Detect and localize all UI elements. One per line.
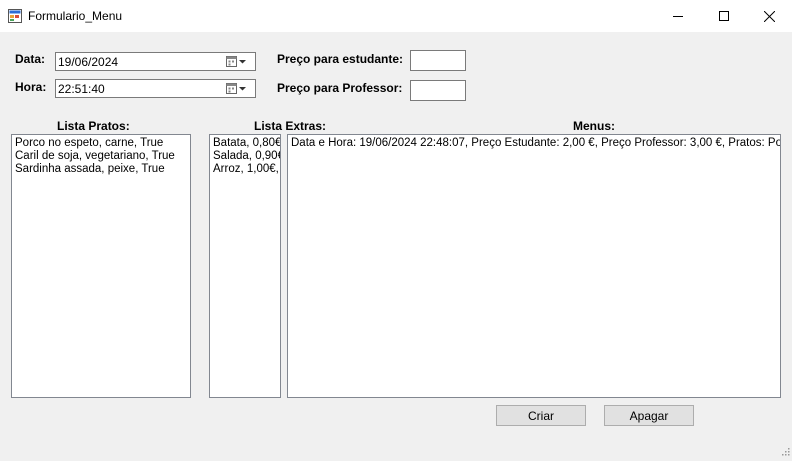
maximize-button[interactable] [701, 0, 747, 32]
lista-pratos-label: Lista Pratos: [57, 119, 130, 133]
data-value: 19/06/2024 [58, 55, 119, 69]
list-item[interactable]: Sardinha assada, peixe, True [15, 163, 187, 176]
app-form-icon [8, 9, 22, 23]
preco-estudante-label: Preço para estudante: [277, 52, 404, 66]
data-label: Data: [15, 52, 46, 66]
menus-listbox[interactable]: Data e Hora: 19/06/2024 22:48:07, Preço … [287, 134, 781, 398]
hora-label: Hora: [15, 80, 47, 94]
menus-label: Menus: [573, 119, 615, 133]
resize-grip-icon[interactable] [780, 445, 790, 459]
calendar-dropdown-icon[interactable] [226, 81, 248, 98]
window-title: Formulario_Menu [28, 9, 123, 23]
list-item[interactable]: Porco no espeto, carne, True [15, 137, 187, 150]
list-item[interactable]: Data e Hora: 19/06/2024 22:48:07, Preço … [291, 137, 780, 150]
list-item[interactable]: Arroz, 1,00€, True [213, 163, 280, 176]
title-bar[interactable]: Formulario_Menu [0, 0, 792, 32]
hora-time-picker[interactable]: 22:51:40 [55, 79, 256, 98]
data-date-picker[interactable]: 19/06/2024 [55, 52, 256, 71]
preco-professor-input[interactable] [410, 80, 466, 101]
close-button[interactable] [746, 0, 792, 32]
minimize-button[interactable] [655, 0, 701, 32]
criar-button[interactable]: Criar [496, 405, 586, 426]
minimize-icon [673, 16, 683, 17]
apagar-button[interactable]: Apagar [604, 405, 694, 426]
lista-pratos-listbox[interactable]: Porco no espeto, carne, True Caril de so… [11, 134, 191, 398]
lista-extras-label: Lista Extras: [254, 119, 327, 133]
lista-extras-listbox[interactable]: Batata, 0,80€, True Salada, 0,90€, True … [209, 134, 281, 398]
list-item[interactable]: Salada, 0,90€, True [213, 150, 280, 163]
maximize-icon [719, 11, 729, 21]
close-icon [763, 10, 775, 22]
list-item[interactable]: Caril de soja, vegetariano, True [15, 150, 187, 163]
preco-professor-label: Preço para Professor: [277, 81, 403, 95]
preco-estudante-input[interactable] [410, 50, 466, 71]
calendar-dropdown-icon[interactable] [226, 54, 248, 71]
hora-value: 22:51:40 [58, 82, 105, 96]
list-item[interactable]: Batata, 0,80€, True [213, 137, 280, 150]
